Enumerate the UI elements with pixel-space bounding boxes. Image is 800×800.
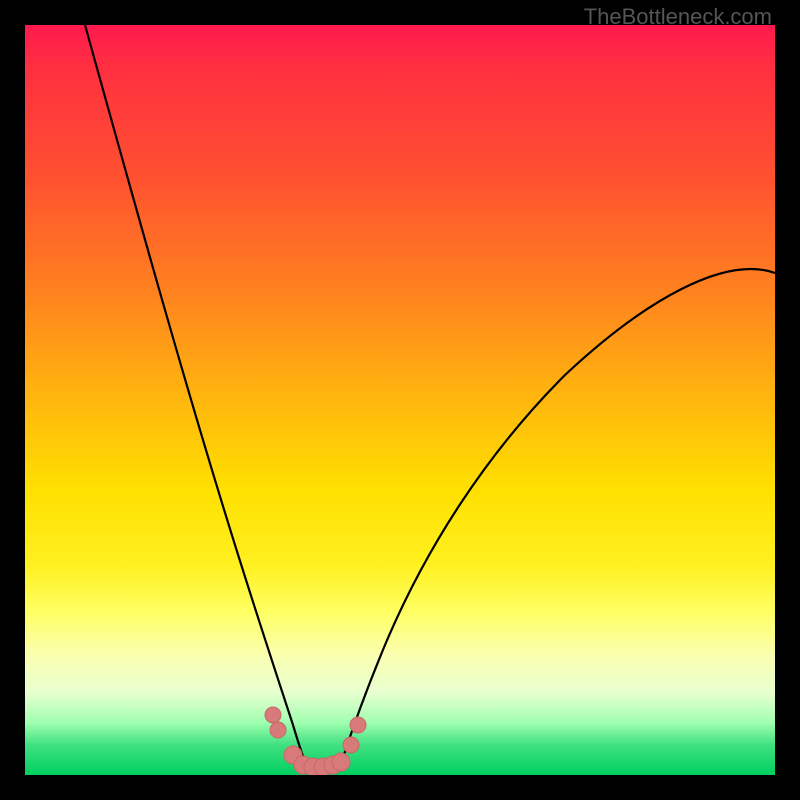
trough-marker [270,722,286,738]
watermark-text: TheBottleneck.com [584,4,772,30]
trough-marker [265,707,281,723]
trough-marker-group [265,707,366,775]
chart-svg [25,25,775,775]
right-curve [340,269,775,767]
trough-marker [332,753,350,771]
trough-marker [350,717,366,733]
left-curve [85,25,307,767]
gradient-plot-area [25,25,775,775]
trough-marker [343,737,359,753]
